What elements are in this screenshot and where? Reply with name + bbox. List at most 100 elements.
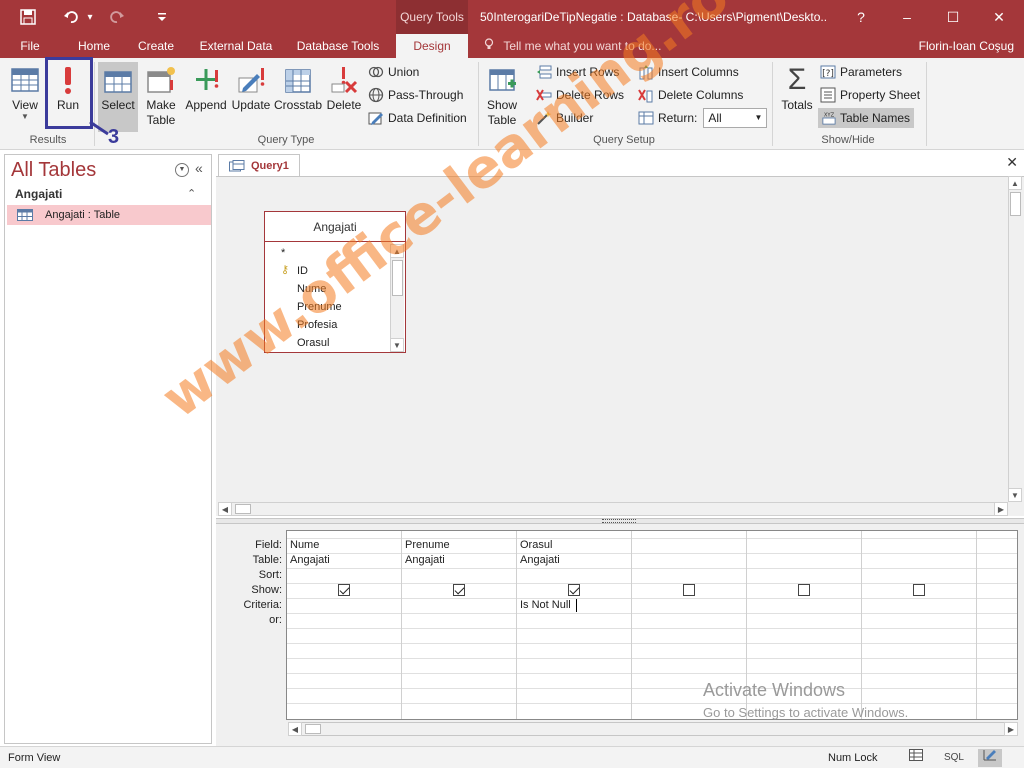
- field-list-angajati[interactable]: Angajati * ⚷ ID Nume Prenume Profesia Or…: [264, 211, 406, 353]
- design-view-button[interactable]: [978, 749, 1002, 767]
- scroll-thumb[interactable]: [305, 724, 321, 734]
- qbe-table-cell[interactable]: Angajati: [520, 553, 560, 568]
- qbe-table-cell[interactable]: Angajati: [405, 553, 445, 568]
- qbe-column-4[interactable]: [632, 531, 747, 719]
- grid-horizontal-scrollbar[interactable]: ◀ ▶: [288, 722, 1018, 736]
- results-group-label: Results: [29, 134, 67, 146]
- sql-view-button[interactable]: SQL: [942, 749, 966, 767]
- field-list-item[interactable]: ID: [297, 262, 308, 280]
- nav-pane-title[interactable]: All Tables: [11, 159, 96, 182]
- tab-file[interactable]: File: [14, 34, 46, 58]
- delete-columns-button[interactable]: Delete Columns: [638, 85, 743, 105]
- field-list-item[interactable]: Prenume: [297, 298, 342, 316]
- append-button[interactable]: Append: [184, 62, 228, 132]
- user-account-name[interactable]: Florin-Ioan Coşug: [919, 34, 1014, 58]
- qbe-column-7[interactable]: [977, 531, 1017, 719]
- qbe-field-cell[interactable]: Orasul: [520, 538, 552, 553]
- nav-item-label: Angajati : Table: [45, 209, 121, 221]
- tab-design[interactable]: Design: [396, 34, 468, 58]
- pass-through-label: Pass-Through: [388, 88, 464, 102]
- union-button[interactable]: Union: [368, 62, 419, 82]
- nav-menu-dropdown-icon[interactable]: ▼: [175, 163, 189, 177]
- qbe-column-3[interactable]: Orasul Angajati Is Not Null: [517, 531, 632, 719]
- redo-icon[interactable]: [104, 0, 130, 34]
- property-sheet-button[interactable]: Property Sheet: [820, 85, 920, 105]
- show-checkbox[interactable]: [913, 584, 925, 596]
- totals-button[interactable]: Σ Totals: [778, 62, 816, 132]
- help-button[interactable]: ?: [838, 0, 884, 34]
- tab-home[interactable]: Home: [70, 34, 118, 58]
- datasheet-view-button[interactable]: [904, 749, 928, 767]
- scroll-thumb[interactable]: [1010, 192, 1021, 216]
- qbe-column-1[interactable]: Nume Angajati: [287, 531, 402, 719]
- tell-me-placeholder: Tell me what you want to do...: [503, 39, 662, 53]
- tab-query1[interactable]: Query1: [218, 154, 300, 176]
- show-checkbox[interactable]: [683, 584, 695, 596]
- delete-rows-button[interactable]: Delete Rows: [536, 85, 624, 105]
- crosstab-button[interactable]: Crosstab: [274, 62, 322, 132]
- run-button[interactable]: Run: [48, 62, 88, 132]
- qbe-criteria-cell[interactable]: Is Not Null: [520, 598, 571, 613]
- tab-database-tools[interactable]: Database Tools: [292, 34, 384, 58]
- builder-button[interactable]: Builder: [536, 108, 593, 128]
- close-query-button[interactable]: ✕: [1006, 154, 1018, 171]
- scroll-right-icon[interactable]: ▶: [994, 502, 1008, 516]
- tell-me-box[interactable]: Tell me what you want to do...: [484, 34, 661, 58]
- qbe-field-cell[interactable]: Prenume: [405, 538, 450, 553]
- delete-query-button[interactable]: Delete: [324, 62, 364, 132]
- scroll-left-icon[interactable]: ◀: [288, 722, 302, 736]
- qbe-column-6[interactable]: [862, 531, 977, 719]
- scroll-up-icon[interactable]: ▲: [1008, 176, 1022, 190]
- scroll-thumb[interactable]: [392, 260, 403, 296]
- save-icon[interactable]: [14, 0, 42, 34]
- show-checkbox[interactable]: [798, 584, 810, 596]
- pass-through-button[interactable]: Pass-Through: [368, 85, 463, 105]
- qbe-field-cell[interactable]: Nume: [290, 538, 319, 553]
- shutter-bar-close-icon[interactable]: «: [195, 160, 203, 176]
- field-list-item[interactable]: Profesia: [297, 316, 337, 334]
- make-table-button[interactable]: Make Table: [142, 62, 180, 132]
- design-horizontal-scrollbar[interactable]: ◀ ▶: [218, 502, 1008, 516]
- nav-item-angajati-table[interactable]: Angajati : Table: [7, 205, 211, 225]
- undo-dropdown-icon[interactable]: ▾: [84, 0, 96, 34]
- qbe-column-5[interactable]: [747, 531, 862, 719]
- scroll-down-icon[interactable]: ▼: [1008, 488, 1022, 502]
- scroll-up-icon[interactable]: ▲: [390, 244, 404, 258]
- select-query-button[interactable]: Select: [98, 62, 138, 132]
- qbe-table-cell[interactable]: Angajati: [290, 553, 330, 568]
- field-list-item[interactable]: Orasul: [297, 334, 329, 352]
- undo-icon[interactable]: [58, 0, 84, 34]
- qbe-column-2[interactable]: Prenume Angajati: [402, 531, 517, 719]
- tab-external-data[interactable]: External Data: [196, 34, 276, 58]
- show-checkbox[interactable]: [453, 584, 465, 596]
- field-list-item[interactable]: Nume: [297, 280, 326, 298]
- design-vertical-scrollbar[interactable]: ▲ ▼: [1008, 176, 1022, 502]
- data-definition-button[interactable]: Data Definition: [368, 108, 467, 128]
- insert-rows-button[interactable]: Insert Rows: [536, 62, 619, 82]
- collapse-group-icon[interactable]: ⌃: [187, 187, 196, 200]
- field-list-scrollbar[interactable]: ▲ ▼: [390, 244, 404, 352]
- table-names-button[interactable]: XYZ Table Names: [818, 108, 914, 128]
- scroll-thumb[interactable]: [235, 504, 251, 514]
- scroll-left-icon[interactable]: ◀: [218, 502, 232, 516]
- restore-button[interactable]: ☐: [930, 0, 976, 34]
- customize-qat-icon[interactable]: [152, 0, 172, 34]
- update-button[interactable]: Update: [230, 62, 272, 132]
- view-dropdown-icon: ▼: [21, 112, 29, 121]
- insert-columns-button[interactable]: Insert Columns: [638, 62, 739, 82]
- close-window-button[interactable]: ✕: [976, 0, 1022, 34]
- minimize-button[interactable]: –: [884, 0, 930, 34]
- nav-group-header[interactable]: Angajati: [15, 187, 62, 201]
- field-list-item[interactable]: *: [281, 244, 285, 262]
- window-title: 50InterogariDeTipNegatie : Database- C:\…: [480, 10, 828, 24]
- run-button-label: Run: [56, 98, 79, 112]
- return-select[interactable]: All ▼: [703, 108, 768, 128]
- show-checkbox[interactable]: [338, 584, 350, 596]
- scroll-right-icon[interactable]: ▶: [1004, 722, 1018, 736]
- show-checkbox[interactable]: [568, 584, 580, 596]
- show-table-button[interactable]: Show Table: [482, 62, 522, 132]
- parameters-button[interactable]: [?] Parameters: [820, 62, 902, 82]
- view-button[interactable]: View ▼: [6, 62, 44, 132]
- scroll-down-icon[interactable]: ▼: [390, 338, 404, 352]
- tab-create[interactable]: Create: [132, 34, 180, 58]
